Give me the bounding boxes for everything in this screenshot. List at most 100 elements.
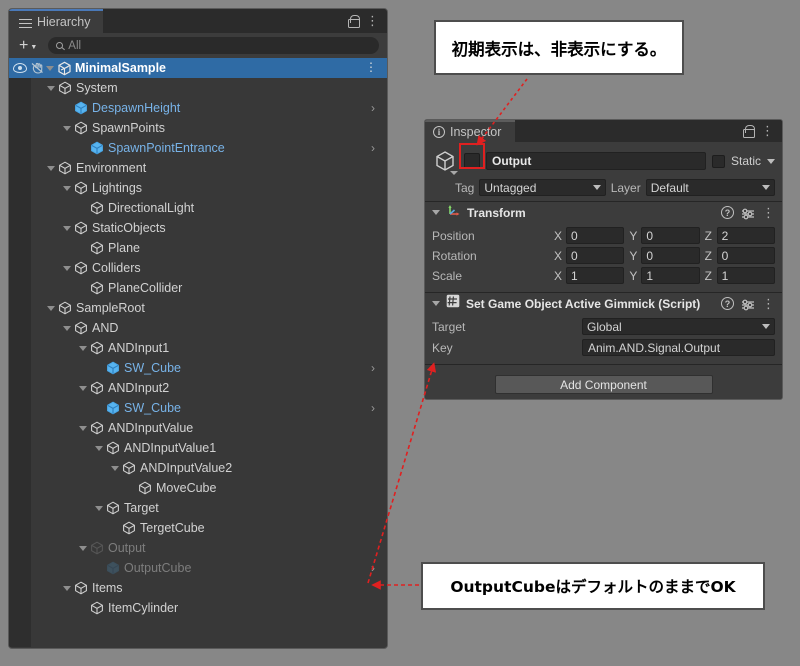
hierarchy-row-lightings[interactable]: Lightings (9, 178, 387, 198)
expand-arrow-icon[interactable] (47, 85, 55, 91)
hierarchy-row-outputcube[interactable]: OutputCube › (9, 558, 387, 578)
chevron-right-icon[interactable]: › (371, 141, 375, 155)
expand-arrow-icon[interactable] (63, 225, 71, 231)
tab-hierarchy[interactable]: Hierarchy (9, 9, 103, 33)
transform-header-actions: ? ⋮ (721, 206, 775, 219)
hierarchy-row-planecollider[interactable]: PlaneCollider (9, 278, 387, 298)
component-header-transform[interactable]: Transform ? ⋮ (425, 202, 782, 223)
gameobject-cube-icon (90, 601, 104, 615)
lock-icon[interactable] (742, 124, 755, 138)
hierarchy-row-spawnpoints[interactable]: SpawnPoints (9, 118, 387, 138)
expand-arrow-icon[interactable] (63, 585, 71, 591)
lock-icon[interactable] (347, 14, 360, 28)
kebab-menu-icon[interactable]: ⋮ (366, 14, 379, 27)
transform-rotation-z[interactable]: 0 (716, 247, 775, 264)
tag-dropdown[interactable]: Untagged (479, 179, 606, 196)
hierarchy-row-system[interactable]: System (9, 78, 387, 98)
collapse-arrow-icon[interactable] (432, 210, 440, 215)
transform-rotation-x[interactable]: 0 (566, 247, 625, 264)
script-header-actions: ? ⋮ (721, 297, 775, 310)
hierarchy-toolbar: + ▼ All (9, 33, 387, 58)
hierarchy-row-movecube[interactable]: MoveCube (9, 478, 387, 498)
hierarchy-row-tergetcube[interactable]: TergetCube (9, 518, 387, 538)
hierarchy-row-andinput2[interactable]: ANDInput2 (9, 378, 387, 398)
expand-arrow-icon[interactable] (63, 265, 71, 271)
gameobject-cube-icon (138, 481, 152, 495)
hierarchy-row-label: SW_Cube (124, 401, 181, 415)
static-dropdown-icon[interactable] (767, 158, 775, 164)
hierarchy-row-staticobjects[interactable]: StaticObjects (9, 218, 387, 238)
transform-position-z[interactable]: 2 (716, 227, 775, 244)
gameobject-name-field[interactable]: Output (486, 152, 706, 170)
kebab-menu-icon[interactable]: ⋮ (762, 297, 775, 310)
hierarchy-row-despawnheight[interactable]: DespawnHeight › (9, 98, 387, 118)
expand-arrow-icon[interactable] (111, 465, 119, 471)
expand-arrow-icon[interactable] (63, 185, 71, 191)
collapse-arrow-icon[interactable] (432, 301, 440, 306)
layer-dropdown[interactable]: Default (645, 179, 775, 196)
hierarchy-row-target[interactable]: Target (9, 498, 387, 518)
kebab-menu-icon[interactable]: ⋮ (761, 124, 774, 137)
hierarchy-row-sw_cube[interactable]: SW_Cube › (9, 358, 387, 378)
add-gameobject-button[interactable]: + ▼ (17, 36, 39, 54)
transform-rotation-y[interactable]: 0 (641, 247, 700, 264)
hierarchy-row-colliders[interactable]: Colliders (9, 258, 387, 278)
transform-scale-y[interactable]: 1 (641, 267, 700, 284)
transform-scale-z[interactable]: 1 (716, 267, 775, 284)
help-icon[interactable]: ? (721, 297, 734, 310)
preset-icon[interactable] (741, 298, 755, 310)
expand-arrow-icon[interactable] (46, 65, 54, 71)
chevron-right-icon[interactable]: › (371, 401, 375, 415)
expand-arrow-icon[interactable] (79, 385, 87, 391)
expand-arrow-icon[interactable] (79, 425, 87, 431)
expand-arrow-icon[interactable] (63, 125, 71, 131)
expand-arrow-icon[interactable] (79, 545, 87, 551)
hierarchy-row-and[interactable]: AND (9, 318, 387, 338)
hierarchy-row-directionallight[interactable]: DirectionalLight (9, 198, 387, 218)
expand-arrow-icon[interactable] (95, 505, 103, 511)
expand-arrow-icon[interactable] (63, 325, 71, 331)
expand-arrow-icon[interactable] (47, 305, 55, 311)
search-input[interactable]: All (48, 37, 379, 54)
hierarchy-row-andinput1[interactable]: ANDInput1 (9, 338, 387, 358)
hierarchy-row-spawnpointentrance[interactable]: SpawnPointEntrance › (9, 138, 387, 158)
tab-inspector[interactable]: i Inspector (425, 120, 516, 142)
search-icon (56, 42, 64, 49)
gameobject-cube-icon (74, 181, 88, 195)
chevron-right-icon[interactable]: › (371, 101, 375, 115)
chevron-right-icon[interactable]: › (371, 361, 375, 375)
hierarchy-row-items[interactable]: Items (9, 578, 387, 598)
chevron-right-icon[interactable]: › (371, 561, 375, 575)
preset-icon[interactable] (741, 207, 755, 219)
static-checkbox[interactable] (711, 154, 725, 168)
hierarchy-row-itemcylinder[interactable]: ItemCylinder (9, 598, 387, 618)
transform-position-x[interactable]: 0 (566, 227, 625, 244)
transform-position-y[interactable]: 0 (641, 227, 700, 244)
pickability-hand-icon[interactable] (31, 62, 44, 74)
hierarchy-row-minimalsample[interactable]: MinimalSample ⋮ (9, 58, 387, 78)
hierarchy-row-output[interactable]: Output (9, 538, 387, 558)
hierarchy-row-plane[interactable]: Plane (9, 238, 387, 258)
key-input[interactable]: Anim.AND.Signal.Output (582, 339, 775, 356)
hierarchy-row-label: OutputCube (124, 561, 192, 575)
hierarchy-row-andinputvalue1[interactable]: ANDInputValue1 (9, 438, 387, 458)
kebab-menu-icon[interactable]: ⋮ (762, 206, 775, 219)
hierarchy-row-andinputvalue2[interactable]: ANDInputValue2 (9, 458, 387, 478)
transform-scale-x[interactable]: 1 (566, 267, 625, 284)
plus-icon: + (19, 36, 29, 54)
expand-arrow-icon[interactable] (47, 165, 55, 171)
gameobject-active-checkbox[interactable] (464, 153, 480, 169)
target-dropdown[interactable]: Global (582, 318, 775, 335)
add-component-button[interactable]: Add Component (494, 375, 713, 394)
expand-arrow-icon[interactable] (79, 345, 87, 351)
hierarchy-row-andinputvalue[interactable]: ANDInputValue (9, 418, 387, 438)
hierarchy-row-sw_cube[interactable]: SW_Cube › (9, 398, 387, 418)
visibility-eye-icon[interactable] (13, 63, 27, 73)
hierarchy-row-environment[interactable]: Environment (9, 158, 387, 178)
kebab-menu-icon[interactable]: ⋮ (365, 60, 377, 75)
hierarchy-row-sampleroot[interactable]: SampleRoot (9, 298, 387, 318)
expand-arrow-icon[interactable] (95, 445, 103, 451)
help-icon[interactable]: ? (721, 206, 734, 219)
axis-y: Y0 (629, 227, 700, 244)
component-header-script[interactable]: Set Game Object Active Gimmick (Script) … (425, 293, 782, 314)
